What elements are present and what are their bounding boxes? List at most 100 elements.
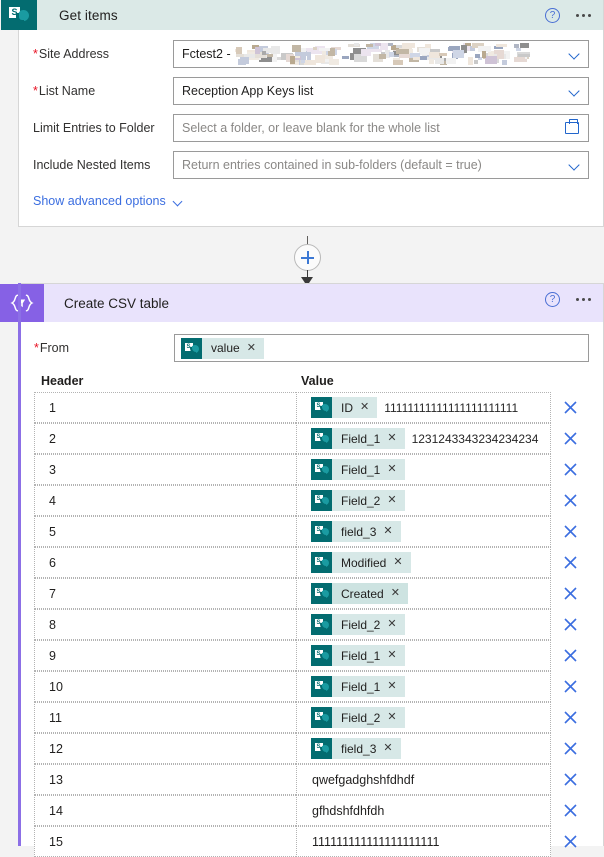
header-cell-input[interactable]: 6 [34,547,296,578]
header-cell-input[interactable]: 8 [34,609,296,640]
header-cell-input[interactable]: 7 [34,578,296,609]
header-cell-input[interactable]: 14 [34,795,296,826]
remove-token-icon[interactable]: ✕ [393,557,410,568]
chevron-down-icon[interactable] [570,50,579,59]
dynamic-content-token[interactable]: Sfield_3 ✕ [311,738,401,759]
remove-token-icon[interactable]: ✕ [387,619,404,630]
value-cell-input[interactable]: S ID ✕ 11111111111111111111111 [296,392,551,423]
delete-row-icon[interactable] [551,618,589,631]
remove-token-icon[interactable]: ✕ [247,343,264,354]
value-cell-input[interactable]: Sfield_3 ✕ [296,516,551,547]
table-row: 14 gfhdshfdhfdh [34,795,589,826]
table-row: 15 111111111111111111111 [34,826,589,857]
header-cell-input[interactable]: 13 [34,764,296,795]
header-cell-input[interactable]: 5 [34,516,296,547]
delete-row-icon[interactable] [551,742,589,755]
value-cell-input[interactable]: S Field_1 ✕ 1231243343234234234 [296,423,551,454]
delete-row-icon[interactable] [551,463,589,476]
delete-row-icon[interactable] [551,494,589,507]
delete-row-icon[interactable] [551,835,589,848]
dynamic-content-token[interactable]: S Field_1 ✕ [311,645,405,666]
value-cell-input[interactable]: S Modified ✕ [296,547,551,578]
delete-row-icon[interactable] [551,556,589,569]
remove-token-icon[interactable]: ✕ [387,681,404,692]
header-cell-input[interactable]: 3 [34,454,296,485]
dynamic-content-token[interactable]: Sfield_3 ✕ [311,521,401,542]
header-cell-input[interactable]: 15 [34,826,296,857]
help-icon[interactable]: ? [545,8,560,23]
include-nested-items-placeholder: Return entries contained in sub-folders … [182,158,482,172]
remove-token-icon[interactable]: ✕ [383,526,400,537]
delete-row-icon[interactable] [551,773,589,786]
chevron-down-icon[interactable] [570,87,579,96]
help-icon[interactable]: ? [545,292,560,307]
limit-entries-to-folder-input[interactable]: Select a folder, or leave blank for the … [173,114,589,142]
header-cell-input[interactable]: 1 [34,392,296,423]
field-row-limit-entries-to-folder: Limit Entries to Folder Select a folder,… [33,114,589,142]
value-cell-text: 11111111111111111111111 [384,401,518,415]
remove-token-icon[interactable]: ✕ [387,464,404,475]
dynamic-content-token[interactable]: S Field_2 ✕ [311,707,405,728]
dynamic-content-token[interactable]: S Field_1 ✕ [311,459,405,480]
remove-token-icon[interactable]: ✕ [387,650,404,661]
create-csv-card-header[interactable]: Create CSV table ? [18,284,603,322]
more-options-icon[interactable] [574,10,593,21]
header-cell-input[interactable]: 4 [34,485,296,516]
value-cell-input[interactable]: S Field_2 ✕ [296,702,551,733]
header-cell-input[interactable]: 10 [34,671,296,702]
delete-row-icon[interactable] [551,401,589,414]
required-asterisk: * [34,341,39,355]
dynamic-content-token[interactable]: S ID ✕ [311,397,377,418]
remove-token-icon[interactable]: ✕ [387,712,404,723]
token-label: field_3 [332,525,383,539]
delete-row-icon[interactable] [551,680,589,693]
remove-token-icon[interactable]: ✕ [387,433,404,444]
value-cell-text: 1231243343234234234 [412,432,539,446]
header-cell-input[interactable]: 2 [34,423,296,454]
value-cell-input[interactable]: S Field_1 ✕ [296,671,551,702]
list-name-input[interactable]: Reception App Keys list [173,77,589,105]
remove-token-icon[interactable]: ✕ [360,402,377,413]
more-options-icon[interactable] [574,294,593,305]
chevron-down-icon [173,198,183,205]
sharepoint-icon: S [311,521,332,542]
dynamic-content-token-value[interactable]: S value ✕ [181,338,264,359]
value-cell-input[interactable]: S Created ✕ [296,578,551,609]
value-cell-input[interactable]: S Field_1 ✕ [296,640,551,671]
value-cell-input[interactable]: gfhdshfdhfdh [296,795,551,826]
value-cell-input[interactable]: 111111111111111111111 [296,826,551,857]
dynamic-content-token[interactable]: S Field_2 ✕ [311,490,405,511]
delete-row-icon[interactable] [551,649,589,662]
table-row: 6 S Modified ✕ [34,547,589,578]
get-items-card-header[interactable]: S Get items ? [19,0,603,30]
table-row: 8 S Field_2 ✕ [34,609,589,640]
dynamic-content-token[interactable]: S Field_1 ✕ [311,676,405,697]
add-step-button[interactable] [294,244,321,271]
include-nested-items-input[interactable]: Return entries contained in sub-folders … [173,151,589,179]
chevron-down-icon[interactable] [570,161,579,170]
folder-icon[interactable] [565,122,579,134]
value-cell-input[interactable]: qwefgadghshfdhdf [296,764,551,795]
delete-row-icon[interactable] [551,525,589,538]
header-cell-input[interactable]: 12 [34,733,296,764]
value-cell-input[interactable]: S Field_2 ✕ [296,609,551,640]
header-cell-input[interactable]: 9 [34,640,296,671]
remove-token-icon[interactable]: ✕ [391,588,408,599]
dynamic-content-token[interactable]: S Field_1 ✕ [311,428,405,449]
show-advanced-options-link[interactable]: Show advanced options [33,194,183,208]
site-address-input[interactable]: Fctest2 - [173,40,589,68]
header-cell-input[interactable]: 11 [34,702,296,733]
value-cell-input[interactable]: S Field_1 ✕ [296,454,551,485]
value-cell-input[interactable]: Sfield_3 ✕ [296,733,551,764]
remove-token-icon[interactable]: ✕ [387,495,404,506]
remove-token-icon[interactable]: ✕ [383,743,400,754]
dynamic-content-token[interactable]: S Modified ✕ [311,552,411,573]
delete-row-icon[interactable] [551,432,589,445]
dynamic-content-token[interactable]: S Created ✕ [311,583,408,604]
delete-row-icon[interactable] [551,804,589,817]
dynamic-content-token[interactable]: S Field_2 ✕ [311,614,405,635]
value-cell-input[interactable]: S Field_2 ✕ [296,485,551,516]
delete-row-icon[interactable] [551,711,589,724]
delete-row-icon[interactable] [551,587,589,600]
from-input[interactable]: S value ✕ [174,334,589,362]
